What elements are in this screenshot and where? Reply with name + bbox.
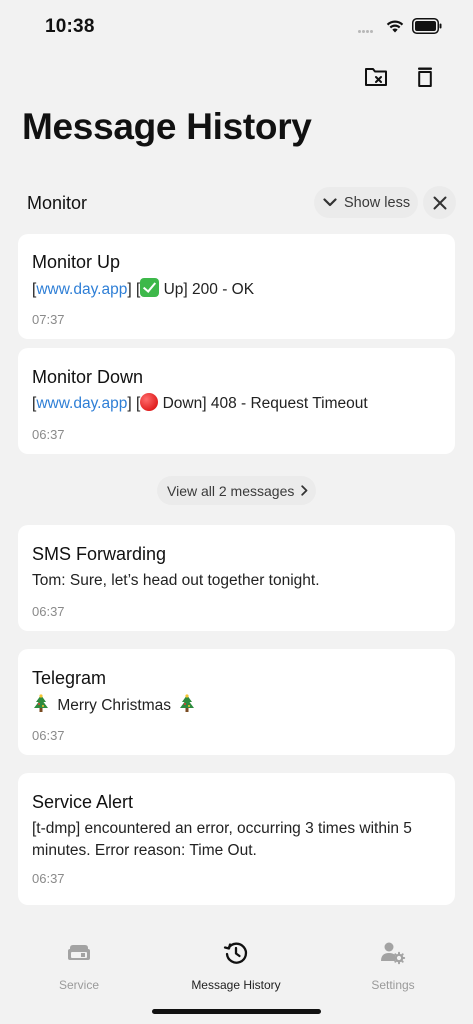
view-all-messages-button[interactable]: View all 2 messages bbox=[157, 476, 316, 505]
red-circle-emoji-icon bbox=[140, 393, 159, 411]
show-less-button[interactable]: Show less bbox=[314, 187, 418, 218]
message-time: 06:37 bbox=[32, 427, 65, 442]
message-card[interactable]: Monitor Down [www.day.app] [ Down] 408 -… bbox=[18, 348, 455, 454]
message-time: 07:37 bbox=[32, 312, 65, 327]
message-link[interactable]: www.day.app bbox=[36, 281, 127, 298]
folder-action-button[interactable] bbox=[362, 62, 392, 92]
message-card[interactable]: SMS Forwarding Tom: Sure, let’s head out… bbox=[18, 525, 455, 631]
message-link[interactable]: www.day.app bbox=[36, 395, 127, 412]
message-title: Monitor Down bbox=[32, 367, 144, 387]
chevron-down-icon bbox=[323, 198, 337, 207]
check-mark-emoji-icon bbox=[140, 278, 160, 297]
message-title: Service Alert bbox=[32, 792, 134, 812]
status-time: 10:38 bbox=[45, 16, 95, 37]
message-title: Monitor Up bbox=[32, 252, 121, 272]
message-time: 06:37 bbox=[32, 728, 65, 743]
wifi-icon bbox=[386, 20, 404, 33]
tab-settings[interactable]: Settings bbox=[333, 940, 453, 992]
group-header: Monitor Show less bbox=[0, 185, 473, 221]
status-bar: 10:38 bbox=[0, 0, 473, 54]
message-time: 06:37 bbox=[32, 604, 65, 619]
message-title: SMS Forwarding bbox=[32, 544, 167, 564]
trash-icon bbox=[418, 67, 432, 87]
user-gear-icon bbox=[381, 942, 406, 965]
close-group-button[interactable] bbox=[423, 186, 456, 219]
message-card[interactable]: Monitor Up [www.day.app] [ Up] 200 - OK … bbox=[18, 234, 455, 339]
message-card[interactable]: Service Alert [t-dmp] encountered an err… bbox=[18, 773, 455, 905]
group-name: Monitor bbox=[27, 193, 88, 213]
message-status: Up] 200 - OK bbox=[163, 281, 255, 298]
home-indicator bbox=[152, 1009, 321, 1014]
tab-label: Service bbox=[58, 978, 99, 992]
tab-label: Message History bbox=[191, 978, 281, 992]
battery-icon bbox=[412, 18, 442, 34]
close-icon bbox=[433, 196, 446, 209]
page-title: Message History bbox=[22, 106, 312, 147]
message-body: [www.day.app] [ Down] 408 - Request Time… bbox=[32, 393, 368, 412]
message-body: [t-dmp] encountered an error, occurring … bbox=[32, 820, 412, 859]
message-body: Merry Christmas bbox=[32, 694, 441, 717]
chevron-right-icon bbox=[301, 485, 308, 496]
christmas-tree-emoji-icon bbox=[180, 694, 195, 712]
show-less-label: Show less bbox=[344, 194, 411, 211]
message-card[interactable]: Telegram Merry Christmas 06:37 bbox=[18, 649, 455, 755]
tab-message-history[interactable]: Message History bbox=[176, 940, 296, 992]
tab-service[interactable]: Service bbox=[19, 940, 139, 992]
view-all-label: View all 2 messages bbox=[167, 482, 295, 499]
message-title: Telegram bbox=[32, 668, 107, 688]
message-time: 06:37 bbox=[32, 871, 65, 886]
message-body: Tom: Sure, let’s head out together tonig… bbox=[32, 572, 320, 589]
message-status: Down] 408 - Request Timeout bbox=[162, 395, 368, 412]
cellular-signal-icon bbox=[358, 30, 378, 34]
folder-icon bbox=[365, 68, 387, 86]
christmas-tree-emoji-icon bbox=[34, 694, 48, 712]
server-icon bbox=[68, 945, 90, 960]
history-icon bbox=[223, 942, 248, 964]
delete-all-button[interactable] bbox=[410, 62, 440, 92]
message-text: Merry Christmas bbox=[57, 697, 171, 714]
tab-label: Settings bbox=[371, 978, 415, 992]
message-body: [www.day.app] [ Up] 200 - OK bbox=[32, 278, 441, 301]
